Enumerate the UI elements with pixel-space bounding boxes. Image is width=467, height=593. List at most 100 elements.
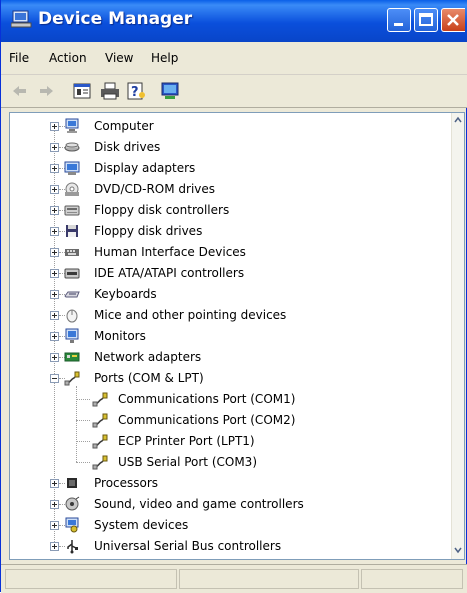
window-title: Device Manager <box>38 9 193 29</box>
maximize-icon <box>419 13 433 26</box>
tree-node-label[interactable]: USB Serial Port (COM3) <box>118 454 257 470</box>
toolbar: ? <box>1 75 467 108</box>
scroll-up-icon[interactable] <box>452 113 464 127</box>
tree-node-label[interactable]: Floppy disk drives <box>94 223 202 239</box>
tree-node-processors[interactable]: Processors <box>10 473 450 494</box>
tree-node-ide-ata-atapi-controllers[interactable]: IDE ATA/ATAPI controllers <box>10 263 450 284</box>
dvd-drive-icon <box>65 182 79 196</box>
tree-node-label[interactable]: Display adapters <box>94 160 195 176</box>
tree-node-floppy-disk-controllers[interactable]: Floppy disk controllers <box>10 200 450 221</box>
tree-node-label[interactable]: Human Interface Devices <box>94 244 246 260</box>
port-icon <box>92 455 108 470</box>
tree-node-label[interactable]: Disk drives <box>94 139 160 155</box>
expand-toggle[interactable] <box>50 353 59 362</box>
tree-node-display-adapters[interactable]: Display adapters <box>10 158 450 179</box>
device-manager-app-icon <box>11 10 32 28</box>
properties-icon[interactable] <box>71 80 93 102</box>
tree-node-label[interactable]: ECP Printer Port (LPT1) <box>118 433 255 449</box>
expand-toggle[interactable] <box>50 332 59 341</box>
maximize-button[interactable] <box>414 8 438 32</box>
minimize-button[interactable] <box>387 8 411 32</box>
usb-icon <box>67 540 78 554</box>
tree-node-dvd-cd-rom-drives[interactable]: DVD/CD-ROM drives <box>10 179 450 200</box>
tree-node-universal-serial-bus-controllers[interactable]: Universal Serial Bus controllers <box>10 536 450 557</box>
tree-node-system-devices[interactable]: System devices <box>10 515 450 536</box>
expand-toggle[interactable] <box>50 143 59 152</box>
tree-node-label[interactable]: Ports (COM & LPT) <box>94 370 204 386</box>
expand-toggle[interactable] <box>50 248 59 257</box>
print-icon[interactable] <box>99 80 121 102</box>
display-adapter-icon <box>64 161 80 175</box>
scroll-down-icon[interactable] <box>452 543 464 557</box>
expand-toggle[interactable] <box>50 122 59 131</box>
close-button[interactable] <box>441 8 465 32</box>
expand-toggle[interactable] <box>50 500 59 509</box>
tree-node-label[interactable]: Computer <box>94 118 154 134</box>
title-bar[interactable]: Device Manager <box>1 0 467 42</box>
tree-node-computer[interactable]: Computer <box>10 116 450 137</box>
tree-node-floppy-disk-drives[interactable]: Floppy disk drives <box>10 221 450 242</box>
update-driver-icon[interactable] <box>159 80 181 102</box>
tree-node-label[interactable]: System devices <box>94 517 188 533</box>
tree-node-label[interactable]: Sound, video and game controllers <box>94 496 304 512</box>
expand-toggle[interactable] <box>50 164 59 173</box>
tree-node-label[interactable]: Processors <box>94 475 158 491</box>
port-icon <box>92 434 108 449</box>
tree-node-disk-drives[interactable]: Disk drives <box>10 137 450 158</box>
tree-connector <box>76 399 90 400</box>
expand-toggle[interactable] <box>50 206 59 215</box>
menu-help[interactable]: Help <box>151 51 178 65</box>
floppy-drive-icon <box>66 225 78 237</box>
tree-node-label[interactable]: IDE ATA/ATAPI controllers <box>94 265 244 281</box>
processor-icon <box>67 478 77 488</box>
tree-node-mice-and-other-pointing-devices[interactable]: Mice and other pointing devices <box>10 305 450 326</box>
tree-node-network-adapters[interactable]: Network adapters <box>10 347 450 368</box>
tree-node-label[interactable]: Communications Port (COM2) <box>118 412 295 428</box>
expand-toggle[interactable] <box>50 311 59 320</box>
device-tree[interactable]: Computer Disk drives Display adapters DVD/C… <box>9 112 465 560</box>
port-icon <box>64 371 80 386</box>
expand-toggle[interactable] <box>50 290 59 299</box>
back-icon[interactable] <box>9 80 31 102</box>
tree-node-human-interface-devices[interactable]: Human Interface Devices <box>10 242 450 263</box>
menu-view[interactable]: View <box>105 51 133 65</box>
menu-bar: File Action View Help <box>1 42 467 75</box>
expand-toggle[interactable] <box>50 479 59 488</box>
tree-node-sound-video-and-game-controllers[interactable]: Sound, video and game controllers <box>10 494 450 515</box>
expand-toggle[interactable] <box>50 227 59 236</box>
collapse-toggle[interactable] <box>50 374 59 383</box>
tree-node-monitors[interactable]: Monitors <box>10 326 450 347</box>
tree-connector <box>76 420 90 421</box>
status-cell-3 <box>361 569 463 589</box>
expand-toggle[interactable] <box>50 185 59 194</box>
port-icon <box>92 392 108 407</box>
tree-node-label[interactable]: Floppy disk controllers <box>94 202 229 218</box>
ide-controller-icon <box>64 268 80 279</box>
tree-node-keyboards[interactable]: Keyboards <box>10 284 450 305</box>
svg-text:?: ? <box>131 85 139 100</box>
computer-icon <box>65 118 79 133</box>
status-cell-1 <box>5 569 177 589</box>
menu-action[interactable]: Action <box>49 51 87 65</box>
forward-icon[interactable] <box>35 80 57 102</box>
tree-node-label[interactable]: Monitors <box>94 328 146 344</box>
mouse-icon <box>66 309 78 323</box>
help-icon[interactable]: ? <box>125 80 147 102</box>
tree-node-label[interactable]: Network adapters <box>94 349 201 365</box>
tree-node-label[interactable]: Communications Port (COM1) <box>118 391 295 407</box>
tree-node-label[interactable]: DVD/CD-ROM drives <box>94 181 215 197</box>
tree-node-label[interactable]: Keyboards <box>94 286 157 302</box>
floppy-controller-icon <box>64 205 80 216</box>
tree-node-label[interactable]: Mice and other pointing devices <box>94 307 286 323</box>
vertical-scrollbar[interactable] <box>451 113 464 559</box>
expand-toggle[interactable] <box>50 542 59 551</box>
menu-file[interactable]: File <box>9 51 29 65</box>
system-device-icon <box>65 517 79 533</box>
hid-icon <box>65 249 79 256</box>
tree-node-label[interactable]: Universal Serial Bus controllers <box>94 538 281 554</box>
tree-connector <box>76 386 77 462</box>
expand-toggle[interactable] <box>50 521 59 530</box>
status-cell-2 <box>179 569 359 589</box>
tree-connector <box>76 462 90 463</box>
expand-toggle[interactable] <box>50 269 59 278</box>
